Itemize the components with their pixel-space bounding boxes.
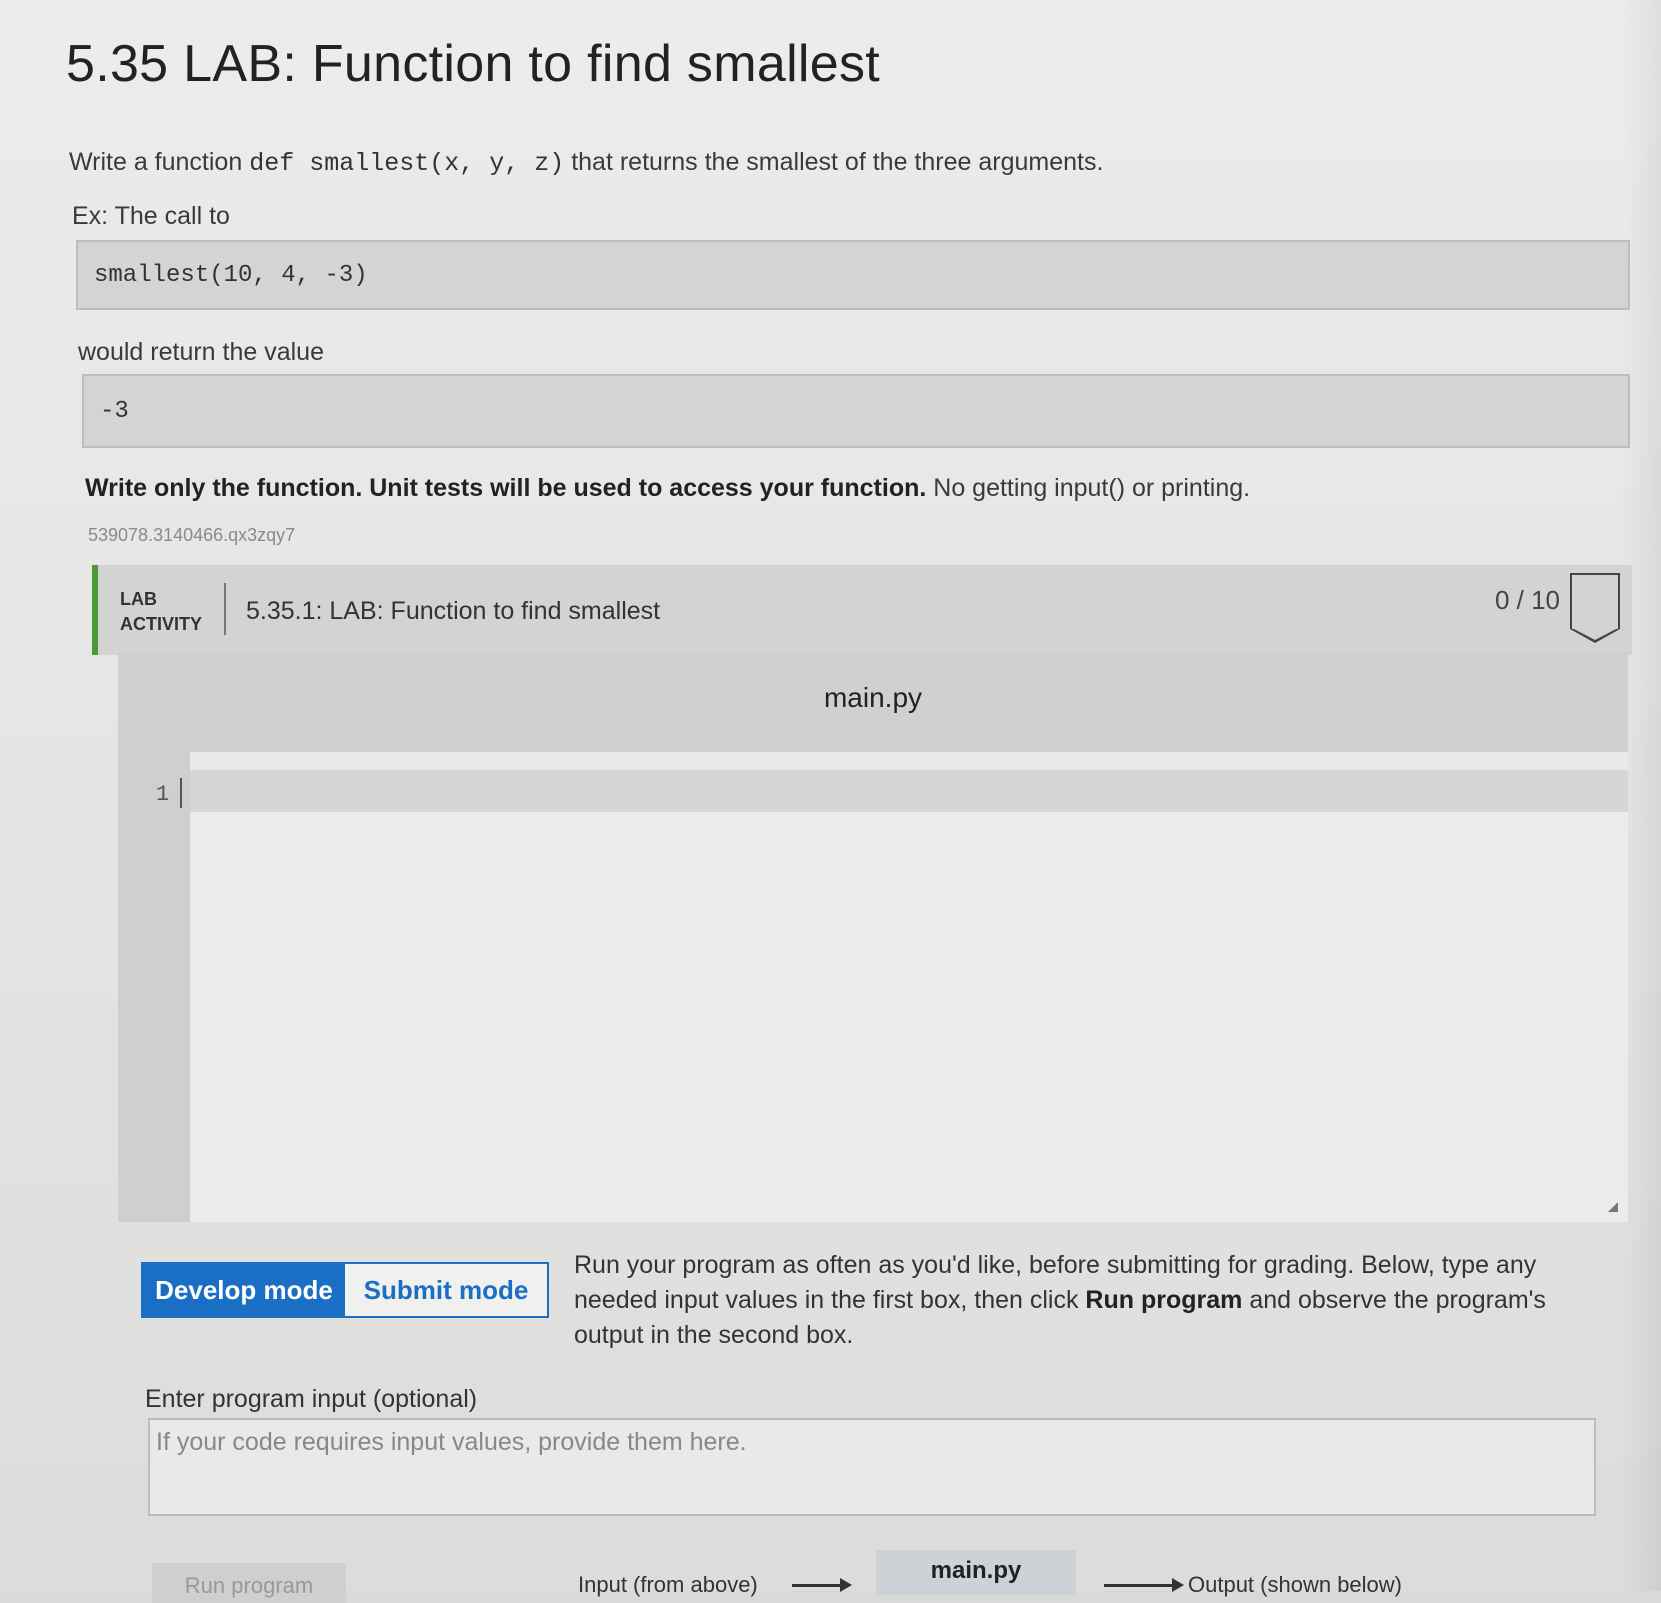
- example-call: smallest(10, 4, -3): [94, 261, 368, 289]
- program-input-label: Enter program input (optional): [145, 1385, 478, 1413]
- return-value: -3: [100, 397, 129, 425]
- flow-arrow-icon: [792, 1578, 852, 1592]
- code-input-area[interactable]: [190, 812, 1628, 1222]
- lab-tag-line1: LAB: [120, 589, 157, 609]
- code-editor: main.py 1: [118, 652, 1628, 1222]
- run-program-button[interactable]: Run program: [152, 1563, 346, 1603]
- page-title: 5.35 LAB: Function to find smallest: [66, 35, 881, 93]
- return-value-block: -3: [82, 374, 1630, 448]
- resize-grip-icon[interactable]: [1608, 1202, 1618, 1212]
- mode-description: Run your program as often as you'd like,…: [574, 1248, 1614, 1353]
- flow-output-label: Output (shown below): [1188, 1572, 1402, 1597]
- lab-tag-line2: ACTIVITY: [120, 614, 203, 634]
- develop-mode-button[interactable]: Develop mode: [143, 1264, 345, 1316]
- score-badge-icon: [1570, 573, 1620, 643]
- instruction-bold: Write only the function. Unit tests will…: [85, 474, 927, 502]
- activity-id: 539078.3140466.qx3zqy7: [88, 525, 296, 545]
- mode-toggle: Develop mode Submit mode: [141, 1262, 549, 1318]
- intro-post: that returns the smallest of the three a…: [564, 148, 1104, 176]
- program-input-field[interactable]: [148, 1418, 1596, 1516]
- submit-mode-button[interactable]: Submit mode: [345, 1264, 547, 1316]
- intro-pre: Write a function: [69, 148, 250, 176]
- lab-activity-name: 5.35.1: LAB: Function to find smallest: [246, 597, 661, 625]
- lab-activity-tag: LAB ACTIVITY: [120, 587, 202, 637]
- file-tab-bar: main.py: [118, 652, 1628, 752]
- lab-activity-header: LAB ACTIVITY 5.35.1: LAB: Function to fi…: [92, 565, 1632, 655]
- lab-header-divider: [224, 583, 226, 635]
- instruction-normal: No getting input() or printing.: [926, 474, 1251, 502]
- mode-desc-bold: Run program: [1085, 1286, 1243, 1314]
- flow-input-label: Input (from above): [578, 1572, 758, 1597]
- flow-arrow-icon: [1104, 1578, 1184, 1592]
- example-code-block: smallest(10, 4, -3): [76, 240, 1630, 310]
- text-cursor: [180, 778, 182, 808]
- instruction-text: Write only the function. Unit tests will…: [85, 474, 1250, 503]
- line-number: 1: [156, 782, 170, 807]
- return-label: would return the value: [78, 338, 324, 366]
- example-label: Ex: The call to: [72, 202, 230, 230]
- lab-score: 0 / 10: [1494, 585, 1560, 615]
- file-tab-main-py[interactable]: main.py: [118, 682, 1628, 714]
- flow-file-main-py: main.py: [876, 1550, 1076, 1595]
- active-line-highlight: [190, 770, 1628, 812]
- intro-text: Write a function def smallest(x, y, z) t…: [69, 148, 1103, 178]
- line-number-gutter: [118, 752, 190, 1222]
- intro-code: def smallest(x, y, z): [249, 149, 565, 178]
